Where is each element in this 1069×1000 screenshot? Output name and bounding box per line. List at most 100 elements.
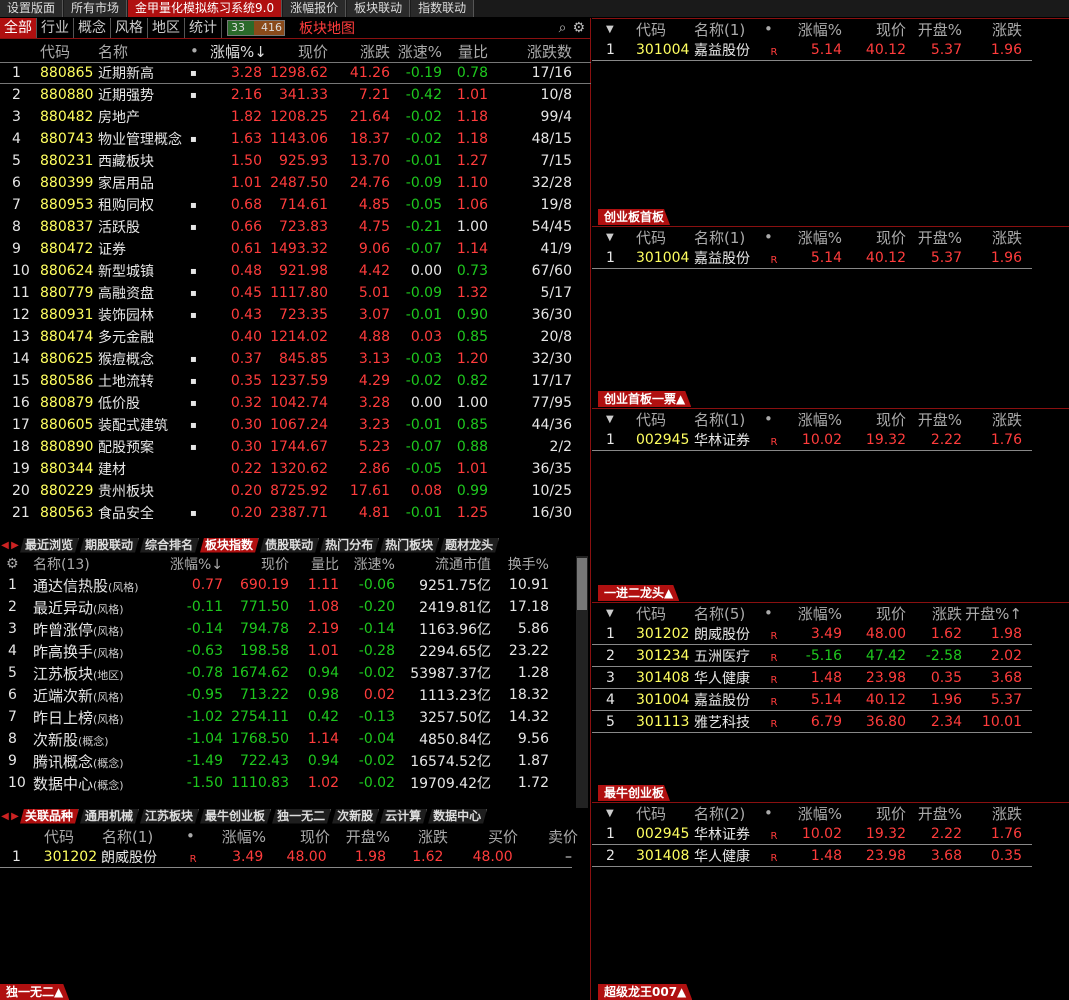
bottom-tab[interactable]: 独一无二: [272, 809, 331, 824]
column-header[interactable]: 现价: [266, 826, 330, 847]
column-header[interactable]: 名称: [98, 41, 190, 62]
table-row[interactable]: 19 880344 建材 0.22 1320.62 2.86 -0.05 1.01 36/35: [0, 458, 591, 480]
column-header[interactable]: 名称(1): [694, 409, 764, 430]
category-tab[interactable]: 风格: [111, 18, 148, 38]
tab-next-icon[interactable]: ▶: [10, 811, 20, 822]
category-tab[interactable]: 全部: [0, 18, 37, 38]
column-header[interactable]: •: [190, 42, 210, 60]
table-row[interactable]: 1 301202 朗威股份 R 3.49 48.00 1.62 1.98: [592, 623, 1032, 645]
table-row[interactable]: 1 002945 华林证券 R 10.02 19.32 2.22 1.76: [592, 429, 1032, 451]
gear-icon[interactable]: ⚙: [572, 20, 585, 36]
middle-tab[interactable]: 题材龙头: [440, 538, 499, 553]
column-header[interactable]: 名称(13): [33, 554, 163, 574]
middle-tab[interactable]: 综合排名: [140, 538, 199, 553]
table-row[interactable]: 1 通达信热股(风格) 0.77 690.19 1.11 -0.06 9251.75亿 10.…: [0, 574, 591, 596]
bottom-tab[interactable]: 云计算: [380, 809, 427, 824]
column-header[interactable]: 流通市值: [395, 554, 491, 574]
table-row[interactable]: 4 301004 嘉益股份 R 5.14 40.12 1.96 5.37: [592, 689, 1032, 711]
top-tab[interactable]: 板块联动: [347, 0, 411, 17]
index-scrollbar[interactable]: [576, 556, 588, 808]
column-header[interactable]: 涨幅%: [204, 826, 266, 847]
column-header[interactable]: 开盘%↑: [962, 603, 1022, 624]
table-row[interactable]: 9 880472 证券 0.61 1493.32 9.06 -0.07 1.14 41/9: [0, 238, 591, 260]
column-header[interactable]: 现价: [223, 554, 289, 574]
table-row[interactable]: 16 880879 低价股 ▪ 0.32 1042.74 3.28 0.00 1.00 77/95: [0, 392, 591, 414]
search-icon[interactable]: ⌕: [559, 20, 567, 36]
bottom-tab[interactable]: 最牛创业板: [200, 809, 271, 824]
sort-arrow-icon[interactable]: ▼: [592, 24, 636, 35]
bottom-tab[interactable]: 次新股: [332, 809, 379, 824]
column-header[interactable]: 名称(1): [694, 19, 764, 40]
column-header[interactable]: 量比: [442, 41, 488, 62]
column-header[interactable]: 换手%: [491, 554, 549, 574]
column-header[interactable]: 涨跌: [328, 41, 390, 62]
column-header[interactable]: 量比: [289, 554, 339, 574]
category-tab[interactable]: 地区: [148, 18, 185, 38]
tab-prev-icon[interactable]: ◀: [0, 811, 10, 822]
bottom-right-label[interactable]: 超级龙王007▲: [598, 984, 692, 1000]
column-header[interactable]: 名称(1): [694, 227, 764, 248]
column-header[interactable]: 开盘%: [906, 227, 962, 248]
scroll-thumb[interactable]: [577, 558, 587, 610]
column-header[interactable]: 名称(1): [102, 826, 186, 847]
table-row[interactable]: 10 数据中心(概念) -1.50 1110.83 1.02 -0.02 19709.42亿…: [0, 772, 591, 794]
table-row[interactable]: 1 880865 近期新高 ▪ 3.28 1298.62 41.26 -0.19 0.78 17/…: [0, 62, 591, 84]
column-header[interactable]: 涨跌: [962, 409, 1022, 430]
table-row[interactable]: 14 880625 猴痘概念 ▪ 0.37 845.85 3.13 -0.03 1.20 32/3…: [0, 348, 591, 370]
table-row[interactable]: 8 次新股(概念) -1.04 1768.50 1.14 -0.04 4850.84亿 9.5…: [0, 728, 591, 750]
column-header[interactable]: 涨幅%↓: [210, 41, 267, 62]
column-header[interactable]: 涨跌: [962, 227, 1022, 248]
table-row[interactable]: 5 301113 雅艺科技 R 6.79 36.80 2.34 10.01: [592, 711, 1032, 733]
sort-arrow-icon[interactable]: ▼: [592, 808, 636, 819]
table-row[interactable]: 5 江苏板块(地区) -0.78 1674.62 0.94 -0.02 53987.37亿 1…: [0, 662, 591, 684]
table-row[interactable]: 1 301004 嘉益股份 R 5.14 40.12 5.37 1.96: [592, 39, 1032, 61]
sort-arrow-icon[interactable]: ▼: [592, 232, 636, 243]
column-header[interactable]: •: [764, 228, 784, 246]
table-row[interactable]: 1 301202 朗威股份 R 3.49 48.00 1.98 1.62 48.00 –: [0, 846, 572, 868]
middle-tab[interactable]: 最近浏览: [20, 538, 79, 553]
table-row[interactable]: 9 腾讯概念(概念) -1.49 722.43 0.94 -0.02 16574.52亿 1.…: [0, 750, 591, 772]
category-tab[interactable]: 统计: [185, 18, 222, 38]
column-header[interactable]: 现价: [842, 803, 906, 824]
column-header[interactable]: 代码: [636, 603, 694, 624]
column-header[interactable]: 现价: [842, 409, 906, 430]
table-row[interactable]: 17 880605 装配式建筑 ▪ 0.30 1067.24 3.23 -0.01 0.85 44…: [0, 414, 591, 436]
table-row[interactable]: 2 最近异动(风格) -0.11 771.50 1.08 -0.20 2419.81亿 17.…: [0, 596, 591, 618]
column-header[interactable]: 代码: [636, 19, 694, 40]
column-header[interactable]: 代码: [44, 826, 102, 847]
bottom-tab[interactable]: 关联品种: [20, 809, 79, 824]
tab-prev-icon[interactable]: ◀: [0, 540, 10, 551]
column-header[interactable]: 代码: [40, 41, 98, 62]
column-header[interactable]: 现价: [842, 227, 906, 248]
column-header[interactable]: •: [186, 827, 204, 845]
column-header[interactable]: •: [764, 604, 784, 622]
top-tab[interactable]: 设置版面: [0, 0, 64, 17]
table-row[interactable]: 11 880779 高融资盘 ▪ 0.45 1117.80 5.01 -0.09 1.32 5/1…: [0, 282, 591, 304]
column-header[interactable]: 涨幅%: [784, 409, 842, 430]
table-row[interactable]: 2 880880 近期强势 ▪ 2.16 341.33 7.21 -0.42 1.01 10/8: [0, 84, 591, 106]
table-row[interactable]: 15 880586 土地流转 ▪ 0.35 1237.59 4.29 -0.02 0.82 17/…: [0, 370, 591, 392]
table-row[interactable]: 10 880624 新型城镇 ▪ 0.48 921.98 4.42 0.00 0.73 67/60: [0, 260, 591, 282]
column-header[interactable]: 开盘%: [330, 826, 390, 847]
table-row[interactable]: 2 301408 华人健康 R 1.48 23.98 3.68 0.35: [592, 845, 1032, 867]
bottom-tab[interactable]: 江苏板块: [140, 809, 199, 824]
bottom-tab[interactable]: 数据中心: [428, 809, 487, 824]
sector-map-link[interactable]: 板块地图: [299, 18, 355, 38]
table-row[interactable]: 12 880931 装饰园林 ▪ 0.43 723.35 3.07 -0.01 0.90 36/3…: [0, 304, 591, 326]
table-row[interactable]: 3 880482 房地产 1.82 1208.25 21.64 -0.02 1.18 99/4: [0, 106, 591, 128]
column-header[interactable]: •: [764, 20, 784, 38]
gear-icon[interactable]: ⚙: [0, 556, 33, 572]
top-tab[interactable]: 指数联动: [411, 0, 475, 17]
column-header[interactable]: 开盘%: [906, 803, 962, 824]
column-header[interactable]: 卖价: [518, 826, 578, 847]
middle-tab[interactable]: 债股联动: [260, 538, 319, 553]
column-header[interactable]: 开盘%: [906, 19, 962, 40]
middle-tab[interactable]: 期股联动: [80, 538, 139, 553]
table-row[interactable]: 4 昨高换手(风格) -0.63 198.58 1.01 -0.28 2294.65亿 23.…: [0, 640, 591, 662]
column-header[interactable]: •: [764, 804, 784, 822]
table-row[interactable]: 3 301408 华人健康 R 1.48 23.98 0.35 3.68: [592, 667, 1032, 689]
column-header[interactable]: 涨幅%: [784, 19, 842, 40]
table-row[interactable]: 7 昨日上榜(风格) -1.02 2754.11 0.42 -0.13 3257.50亿 14…: [0, 706, 591, 728]
panel-label[interactable]: 一进二龙头▲: [598, 585, 679, 601]
panel-label[interactable]: 创业首板一票▲: [598, 391, 691, 407]
